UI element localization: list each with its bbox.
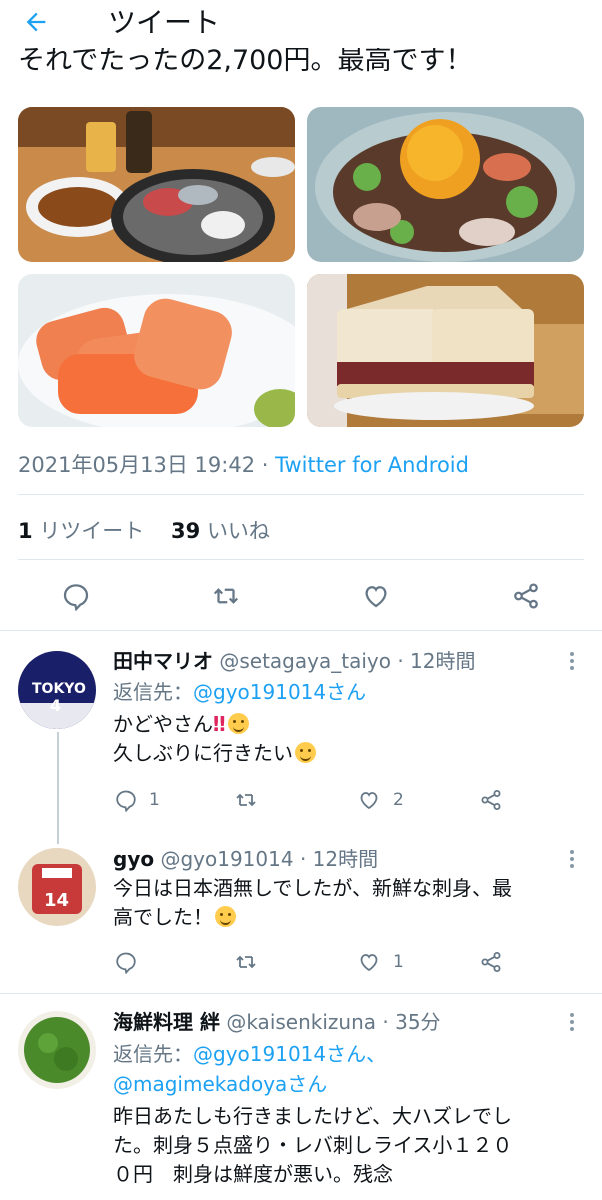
page-title: ツイート bbox=[108, 6, 221, 39]
reply-text: 昨日あたしも行きましたけど、大ハズレでし た。刺身５点盛り・レバ刺しライス小１２… bbox=[113, 1102, 512, 1189]
retweet-count: 1 bbox=[18, 519, 33, 543]
reply-icon[interactable] bbox=[61, 581, 91, 611]
share-icon[interactable] bbox=[479, 950, 503, 974]
avatar[interactable]: 14 bbox=[18, 848, 96, 926]
reply-text-line: 久しぶりに行きたい bbox=[113, 741, 293, 765]
display-name[interactable]: 海鮮料理 絆 bbox=[113, 1010, 220, 1034]
avatar[interactable]: TOKYO 4 bbox=[18, 651, 96, 729]
avatar[interactable] bbox=[18, 1011, 96, 1089]
like-count: 2 bbox=[393, 790, 404, 810]
reply-header: gyo @gyo191014 · 12時間 bbox=[113, 846, 378, 872]
divider bbox=[0, 993, 602, 994]
more-options-icon[interactable] bbox=[569, 652, 575, 673]
reply-icon[interactable] bbox=[114, 950, 138, 974]
mention-link[interactable]: @gyo191014さん bbox=[193, 680, 366, 704]
user-handle[interactable]: @kaisenkizuna bbox=[226, 1010, 376, 1034]
tweet-text: それでたったの2,700円。最高です！ bbox=[18, 45, 473, 76]
like-icon[interactable] bbox=[357, 788, 381, 812]
reply-text-line: かどやさん bbox=[113, 712, 213, 736]
retweet-label[interactable]: リツイート bbox=[39, 519, 144, 543]
reply-to-line: 返信先：@gyo191014さん、 bbox=[113, 1041, 386, 1067]
more-options-icon[interactable] bbox=[569, 1013, 575, 1034]
exclamation-mark: ‼ bbox=[213, 712, 226, 736]
food-photo-salmon[interactable] bbox=[18, 274, 295, 427]
grinning-face-emoji-icon bbox=[215, 906, 236, 927]
retweet-icon[interactable] bbox=[211, 581, 241, 611]
like-count: 1 bbox=[393, 952, 404, 972]
share-icon[interactable] bbox=[511, 581, 541, 611]
mention-link[interactable]: @gyo191014さん、 bbox=[193, 1042, 386, 1066]
arrow-left-icon[interactable] bbox=[22, 8, 62, 40]
food-photo-katsu-sandwich[interactable] bbox=[307, 274, 584, 427]
smiling-face-emoji-icon bbox=[227, 713, 249, 734]
user-handle[interactable]: @setagaya_taiyo bbox=[219, 649, 391, 673]
like-label[interactable]: いいね bbox=[207, 519, 270, 543]
like-icon[interactable] bbox=[357, 950, 381, 974]
more-options-icon[interactable] bbox=[569, 850, 575, 871]
reply-header: 海鮮料理 絆 @kaisenkizuna · 35分 bbox=[113, 1009, 441, 1035]
svg-text:14: 14 bbox=[44, 890, 69, 911]
share-icon[interactable] bbox=[479, 788, 503, 812]
tweet-source-link[interactable]: Twitter for Android bbox=[275, 453, 469, 477]
reply-text: かどやさん‼ 久しぶりに行きたい bbox=[113, 710, 316, 768]
like-count: 39 bbox=[171, 519, 201, 543]
reply-text-line: た。刺身５点盛り・レバ刺しライス小１２０ bbox=[113, 1133, 513, 1157]
reply-to-label: 返信先： bbox=[113, 680, 193, 704]
display-name[interactable]: gyo bbox=[113, 847, 154, 871]
reply-to-line: @magimekadoyaさん bbox=[113, 1071, 327, 1097]
divider bbox=[18, 559, 584, 560]
reply-icon[interactable] bbox=[114, 788, 138, 812]
reply-text-line: 今日は日本酒無しでしたが、新鮮な刺身、最 bbox=[113, 876, 512, 900]
user-handle[interactable]: @gyo191014 bbox=[160, 847, 293, 871]
retweet-icon[interactable] bbox=[234, 788, 258, 812]
food-photo-sashimi-bowl[interactable] bbox=[307, 107, 584, 262]
reply-count: 1 bbox=[149, 790, 160, 810]
reply-text-line: 昨日あたしも行きましたけど、大ハズレでし bbox=[113, 1104, 512, 1128]
food-photo-sashimi-plate[interactable] bbox=[18, 107, 295, 262]
display-name[interactable]: 田中マリオ bbox=[113, 649, 213, 673]
reply-time: · 12時間 bbox=[299, 847, 379, 871]
mention-link[interactable]: @magimekadoyaさん bbox=[113, 1072, 327, 1096]
meta-separator: · bbox=[261, 453, 269, 477]
tweet-meta: 2021年05月13日 19:42 · Twitter for Android bbox=[18, 449, 469, 479]
svg-text:TOKYO: TOKYO bbox=[32, 681, 86, 697]
reply-text-line: 高でした！ bbox=[113, 905, 213, 929]
reply-to-line: 返信先：@gyo191014さん bbox=[113, 679, 366, 705]
reply-text: 今日は日本酒無しでしたが、新鮮な刺身、最 高でした！ bbox=[113, 874, 512, 932]
like-icon[interactable] bbox=[361, 581, 391, 611]
reply-time: · 12時間 bbox=[397, 649, 476, 673]
reply-time: · 35分 bbox=[382, 1010, 441, 1034]
relieved-face-emoji-icon bbox=[295, 742, 316, 763]
top-bar: ツイート bbox=[0, 0, 602, 48]
reply-header: 田中マリオ @setagaya_taiyo · 12時間 bbox=[113, 648, 475, 674]
divider bbox=[18, 494, 584, 495]
reply-text-line: ０円 刺身は鮮度が悪い。残念 bbox=[113, 1162, 393, 1186]
tweet-timestamp: 2021年05月13日 19:42 bbox=[18, 453, 256, 477]
tweet-stats: 1 リツイート 39 いいね bbox=[18, 515, 270, 545]
divider bbox=[0, 630, 602, 631]
thread-line bbox=[57, 732, 59, 844]
reply-to-label: 返信先： bbox=[113, 1042, 193, 1066]
retweet-icon[interactable] bbox=[234, 950, 258, 974]
svg-text:4: 4 bbox=[50, 696, 61, 715]
